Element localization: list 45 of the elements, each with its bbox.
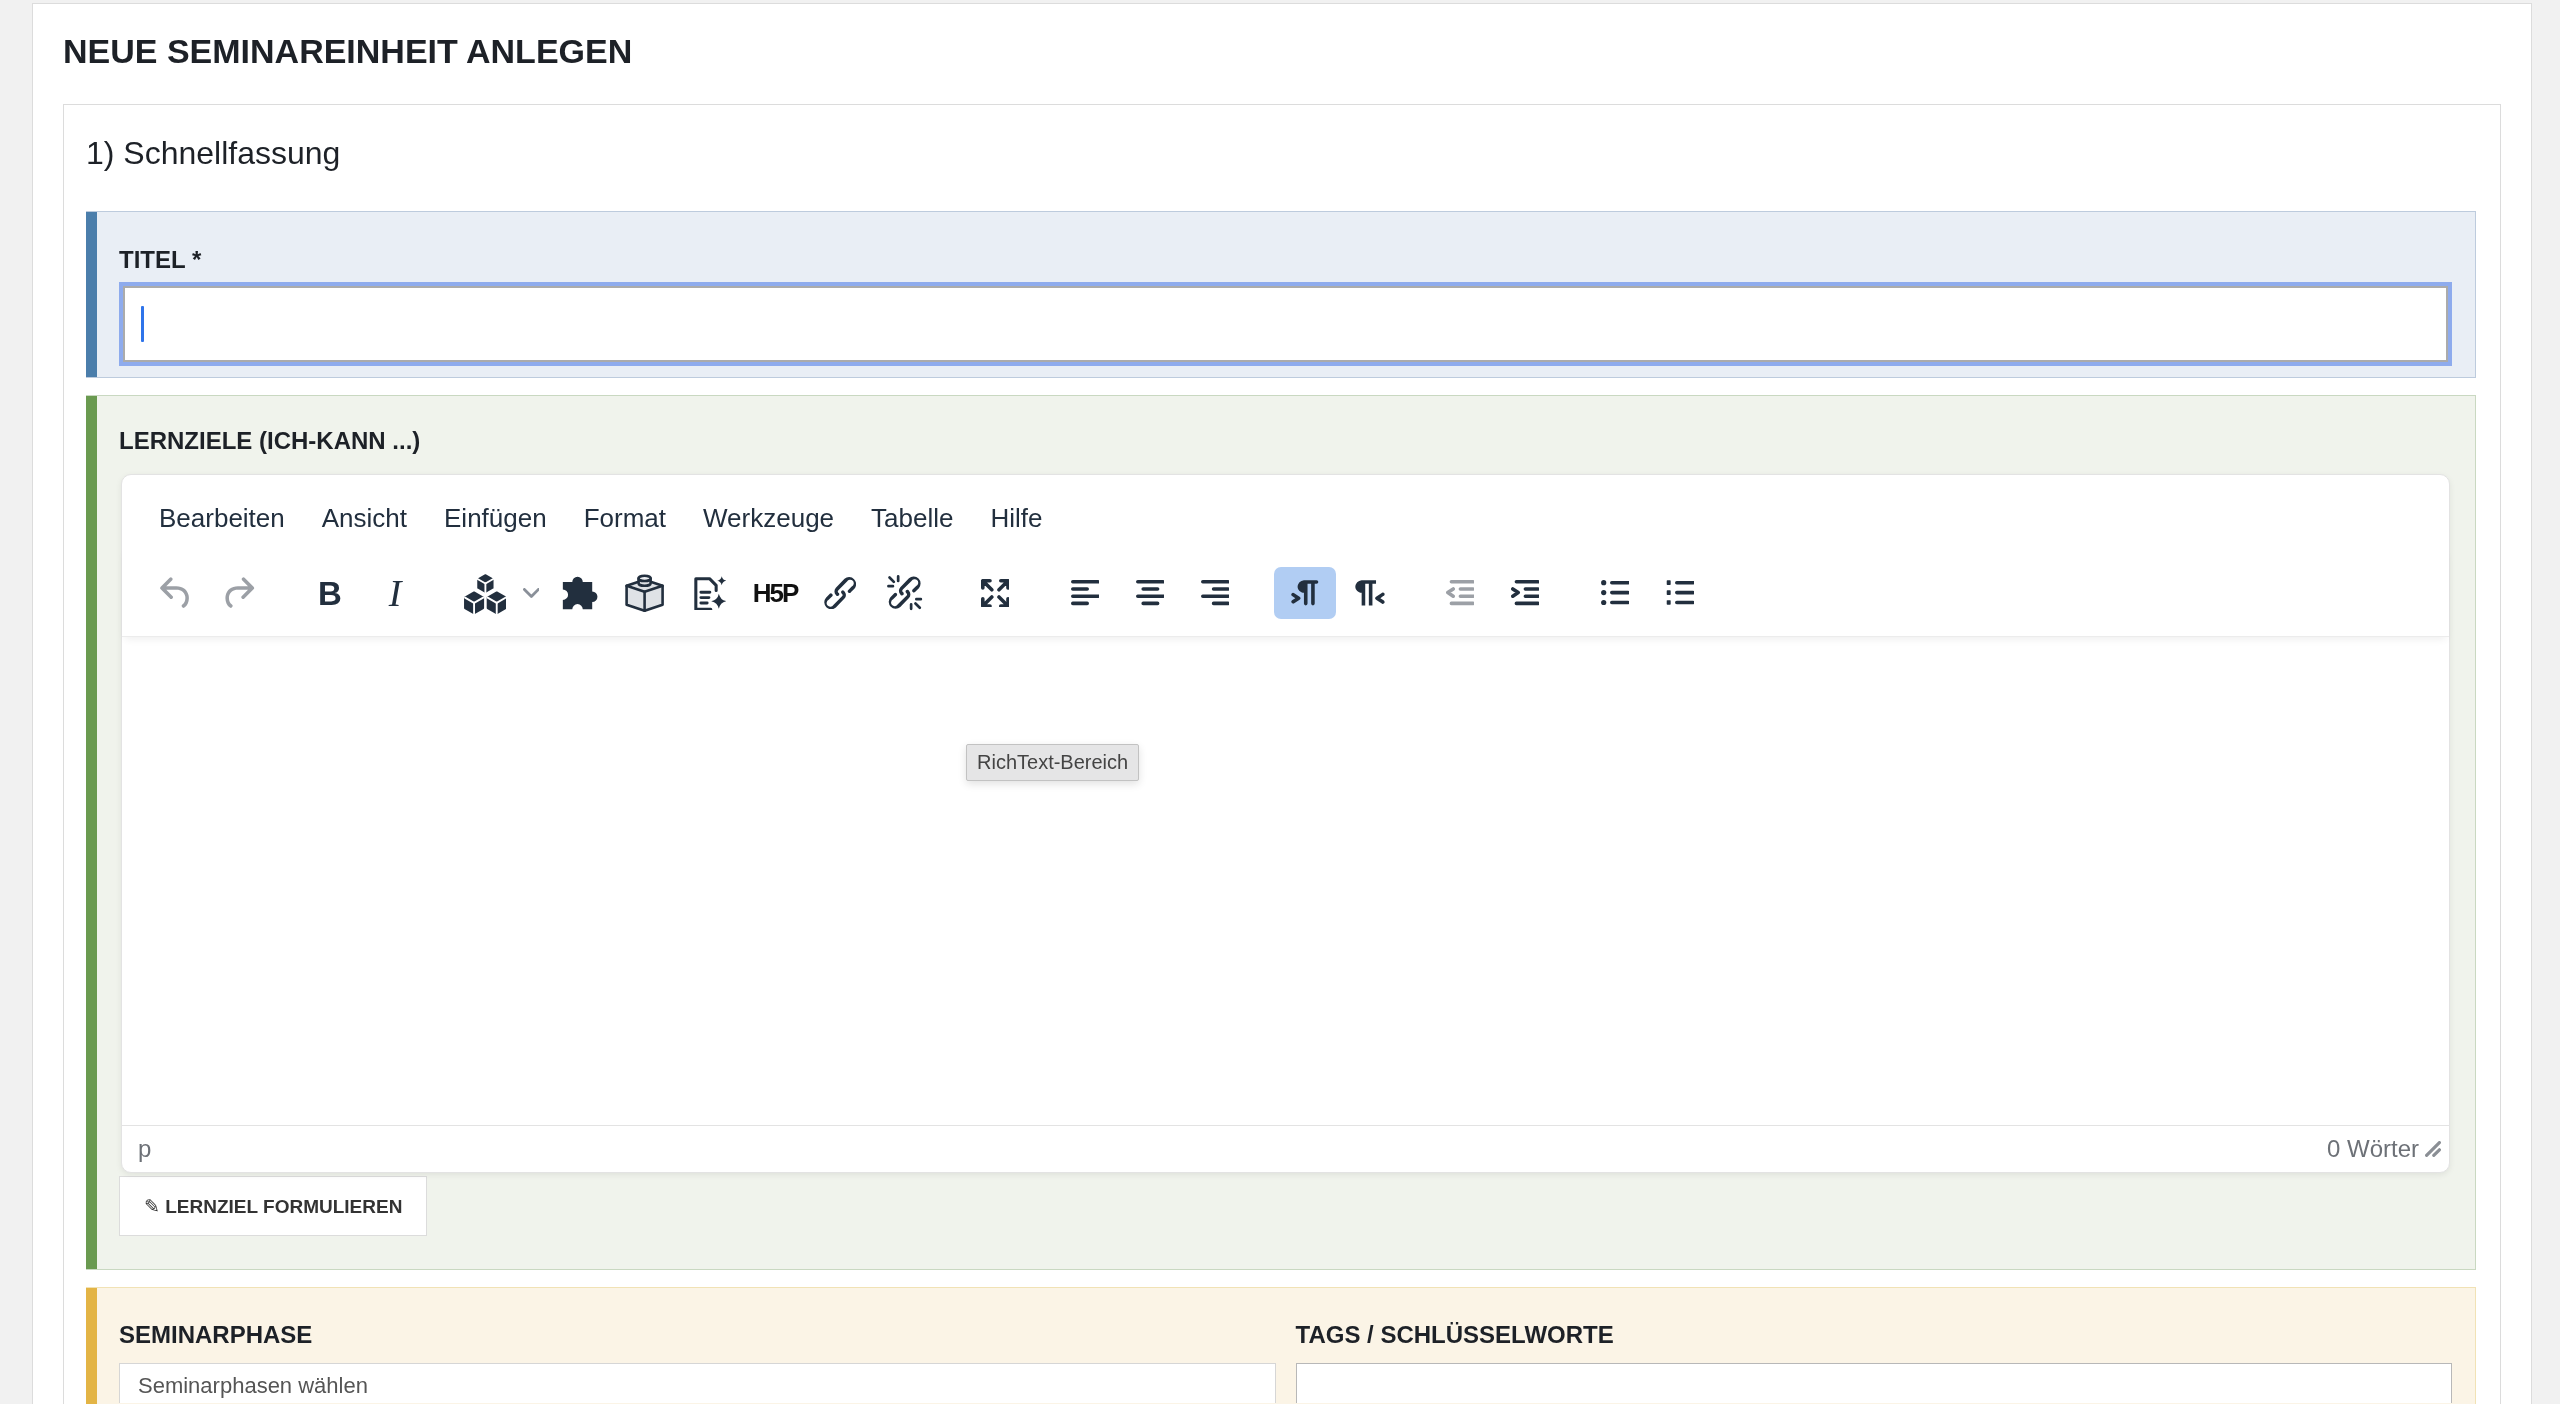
menu-item[interactable]: Bearbeiten xyxy=(141,494,303,542)
italic-button[interactable]: I xyxy=(364,567,426,619)
document-sparkle-icon xyxy=(693,575,727,611)
link-icon xyxy=(823,576,857,610)
rtl-paragraph-icon xyxy=(1355,580,1385,606)
ltr-button[interactable] xyxy=(1274,567,1336,619)
text-cursor-icon xyxy=(141,306,144,342)
word-count: 0 Wörter xyxy=(2327,1135,2419,1163)
undo-icon xyxy=(160,577,190,609)
field-label: TITEL * xyxy=(119,245,202,275)
bold-button[interactable]: B xyxy=(299,567,361,619)
title-input[interactable] xyxy=(119,282,2452,366)
brick-icon xyxy=(625,573,665,613)
menu-item[interactable]: Tabelle xyxy=(853,494,972,542)
outdent-icon xyxy=(1445,580,1475,606)
menu-item[interactable]: Einfügen xyxy=(426,494,565,542)
menu-item[interactable]: Format xyxy=(565,494,685,542)
resize-handle-icon xyxy=(2425,1141,2441,1157)
align-right-icon xyxy=(1200,580,1230,606)
formulate-goal-button[interactable]: ✎ LERNZIEL FORMULIEREN xyxy=(119,1176,428,1236)
align-left-icon xyxy=(1070,580,1100,606)
tags-input[interactable] xyxy=(1295,1363,2452,1403)
chevron-down-icon xyxy=(522,588,540,598)
field-label: LERNZIELE (ICH-KANN ...) xyxy=(119,426,421,456)
tooltip: RichText-Bereich xyxy=(966,744,1140,781)
numbered-list-icon xyxy=(1665,580,1695,606)
align-center-icon xyxy=(1135,580,1165,606)
fullscreen-icon xyxy=(980,578,1010,608)
menu-item[interactable]: Werkzeuge xyxy=(685,494,853,542)
field-label: SEMINARPHASE xyxy=(119,1320,313,1350)
redo-icon xyxy=(225,577,255,609)
cubes-icon xyxy=(463,571,507,615)
menu-item[interactable]: Hilfe xyxy=(972,494,1061,542)
unlink-icon xyxy=(887,575,923,611)
bullet-list-icon xyxy=(1600,580,1630,606)
element-path-link[interactable]: p xyxy=(130,1135,160,1163)
puzzle-piece-icon xyxy=(561,575,599,611)
ltr-paragraph-icon xyxy=(1291,580,1319,606)
page-title: NEUE SEMINAREINHEIT ANLEGEN xyxy=(63,31,633,71)
field-label: TAGS / SCHLÜSSELWORTE xyxy=(1295,1320,1614,1350)
indent-icon xyxy=(1510,580,1540,606)
menu-item[interactable]: Ansicht xyxy=(303,494,426,542)
select-field[interactable]: Seminarphasen wählen xyxy=(119,1363,1276,1403)
section-heading: 1) Schnellfassung xyxy=(86,134,341,173)
h5p-button[interactable]: H5P xyxy=(744,567,806,619)
